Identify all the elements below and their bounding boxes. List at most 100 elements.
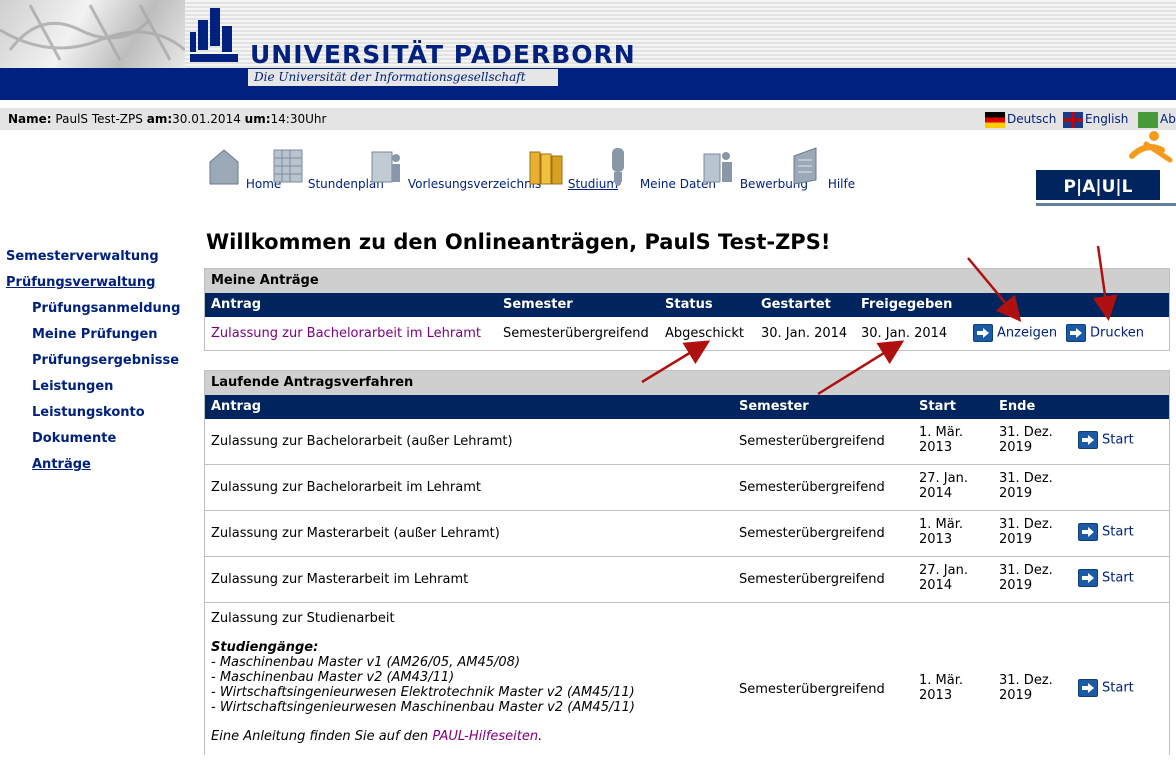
end-date-line: 31. Dez. bbox=[999, 425, 1053, 440]
help-icon bbox=[793, 147, 817, 185]
drucken-label: Drucken bbox=[1090, 325, 1145, 341]
laufende-antraege-title: Laufende Antragsverfahren bbox=[205, 371, 1169, 395]
antrag-link[interactable]: Zulassung zur Bachelorarbeit im Lehramt bbox=[211, 326, 481, 341]
paul-logo: P|A|U|L bbox=[1036, 131, 1176, 206]
col-freigegeben: Freigegeben bbox=[861, 297, 953, 312]
banner-decor-image bbox=[0, 0, 185, 68]
start-button-label: Start bbox=[1102, 570, 1134, 586]
start-date-line: 27. Jan. bbox=[919, 563, 968, 578]
uk-flag-icon bbox=[1063, 111, 1083, 128]
end-cell: 31. Dez. 2019 bbox=[999, 673, 1053, 703]
arrow-right-icon bbox=[1078, 679, 1098, 697]
studiengang-item: - Wirtschaftsingenieurwesen Maschinenbau… bbox=[211, 700, 635, 715]
left-navigation: Semesterverwaltung Prüfungsverwaltung Pr… bbox=[6, 248, 196, 482]
studiengang-item: - Maschinenbau Master v2 (AM43/11) bbox=[211, 670, 455, 685]
semester-cell: Semesterübergreifend bbox=[739, 682, 885, 697]
start-year-line: 2013 bbox=[919, 688, 953, 703]
nav-vorlesungsverzeichnis[interactable]: Vorlesungsverzeichnis bbox=[368, 146, 541, 191]
logout-icon bbox=[1138, 111, 1158, 128]
nav-vorlesungsverzeichnis-label: Vorlesungsverzeichnis bbox=[407, 177, 542, 191]
start-cell: 27. Jan. 2014 bbox=[919, 471, 968, 501]
logout-link[interactable]: Ab bbox=[1138, 108, 1176, 130]
status-cell: Abgeschickt bbox=[665, 326, 744, 341]
header-banner: UNIVERSITÄT PADERBORN Die Universität de… bbox=[0, 0, 1176, 100]
anzeigen-label: Anzeigen bbox=[997, 325, 1058, 341]
home-icon bbox=[209, 149, 239, 185]
nav-meine-pruefungen[interactable]: Meine Prüfungen bbox=[6, 326, 196, 352]
person-icon bbox=[612, 148, 624, 186]
nav-pruefungsverwaltung[interactable]: Prüfungsverwaltung bbox=[6, 274, 196, 300]
nav-dokumente[interactable]: Dokumente bbox=[6, 430, 196, 456]
name-label: Name: bbox=[8, 112, 52, 126]
page-title: Willkommen zu den Onlineanträgen, PaulS … bbox=[206, 230, 831, 254]
lang-english-link[interactable]: English bbox=[1063, 108, 1128, 130]
start-button[interactable]: Start bbox=[1078, 431, 1134, 449]
end-date-line: 31. Dez. bbox=[999, 471, 1053, 486]
antrag-cell: Zulassung zur Masterarbeit im Lehramt bbox=[211, 572, 469, 587]
end-cell: 31. Dez. 2019 bbox=[999, 471, 1053, 501]
meine-antraege-header: Antrag Semester Status Gestartet Freigeg… bbox=[205, 293, 1169, 317]
col-gestartet: Gestartet bbox=[761, 297, 831, 312]
semester-cell: Semesterübergreifend bbox=[739, 434, 885, 449]
start-date-line: 1. Mär. bbox=[919, 517, 964, 532]
start-year-line: 2014 bbox=[919, 486, 953, 501]
university-name: UNIVERSITÄT PADERBORN bbox=[250, 40, 636, 69]
arrow-right-icon bbox=[973, 324, 993, 342]
antrag-cell: Zulassung zur Bachelorarbeit im Lehramt bbox=[211, 480, 481, 495]
lang-deutsch-link[interactable]: Deutsch bbox=[985, 108, 1056, 130]
start-button[interactable]: Start bbox=[1078, 569, 1134, 587]
anleitung-text: Eine Anleitung finden Sie auf den PAUL-H… bbox=[211, 729, 635, 744]
anleitung-prefix: Eine Anleitung finden Sie auf den bbox=[211, 729, 433, 744]
university-logo-icon[interactable] bbox=[190, 6, 238, 64]
table-row: Zulassung zur Masterarbeit im Lehramt Se… bbox=[205, 557, 1169, 603]
lang-english-label: English bbox=[1085, 112, 1129, 126]
end-year-line: 2019 bbox=[999, 486, 1033, 501]
start-date-line: 1. Mär. bbox=[919, 673, 964, 688]
nav-pruefungsergebnisse[interactable]: Prüfungsergebnisse bbox=[6, 352, 196, 378]
nav-meine-daten[interactable]: Meine Daten bbox=[600, 146, 716, 191]
arrow-right-icon bbox=[1078, 569, 1098, 587]
session-info: Name: PaulS Test-ZPS am:30.01.2014 um:14… bbox=[8, 108, 326, 130]
end-cell: 31. Dez. 2019 bbox=[999, 517, 1053, 547]
nav-leistungskonto[interactable]: Leistungskonto bbox=[6, 404, 196, 430]
studiengang-item: - Wirtschaftsingenieurwesen Elektrotechn… bbox=[211, 685, 635, 700]
folders-icon bbox=[529, 151, 563, 185]
antrag-cell: Zulassung zur Studienarbeit bbox=[211, 611, 395, 626]
nav-antraege[interactable]: Anträge bbox=[6, 456, 196, 482]
german-flag-icon bbox=[985, 111, 1005, 128]
start-date-line: 1. Mär. bbox=[919, 425, 964, 440]
end-date-line: 31. Dez. bbox=[999, 673, 1053, 688]
col-start: Start bbox=[919, 399, 956, 414]
studiengang-item: - Maschinenbau Master v1 (AM26/05, AM45/… bbox=[211, 655, 521, 670]
date-label: am: bbox=[146, 112, 173, 126]
nav-semesterverwaltung[interactable]: Semesterverwaltung bbox=[6, 248, 196, 274]
nav-stundenplan[interactable]: Stundenplan bbox=[268, 146, 384, 191]
end-date-line: 31. Dez. bbox=[999, 517, 1053, 532]
start-cell: 1. Mär. 2013 bbox=[919, 517, 963, 547]
meine-antraege-title: Meine Anträge bbox=[205, 269, 1169, 293]
table-row: Zulassung zur Masterarbeit (außer Lehram… bbox=[205, 511, 1169, 557]
end-year-line: 2019 bbox=[999, 688, 1033, 703]
laufende-antraege-section: Laufende Antragsverfahren Antrag Semeste… bbox=[204, 370, 1170, 755]
start-button[interactable]: Start bbox=[1078, 679, 1134, 697]
semester-cell: Semesterübergreifend bbox=[739, 526, 885, 541]
anzeigen-button[interactable]: Anzeigen bbox=[973, 324, 1057, 342]
paul-hilfeseiten-link[interactable]: PAUL-Hilfeseiten bbox=[432, 729, 538, 744]
application-icon bbox=[703, 152, 732, 183]
studiengaenge-label: Studiengänge: bbox=[211, 640, 319, 655]
nav-pruefungsanmeldung[interactable]: Prüfungsanmeldung bbox=[6, 300, 196, 326]
lecture-catalog-icon bbox=[371, 151, 400, 183]
arrow-right-icon bbox=[1066, 324, 1086, 342]
start-date-line: 27. Jan. bbox=[919, 471, 968, 486]
start-cell: 1. Mär. 2013 bbox=[919, 673, 963, 703]
start-button[interactable]: Start bbox=[1078, 523, 1134, 541]
table-row: Zulassung zur Bachelorarbeit im Lehramt … bbox=[205, 465, 1169, 511]
drucken-button[interactable]: Drucken bbox=[1066, 324, 1144, 342]
nav-hilfe[interactable]: Hilfe bbox=[788, 146, 855, 191]
arrow-right-icon bbox=[1078, 523, 1098, 541]
university-subtitle: Die Universität der Informationsgesellsc… bbox=[248, 69, 558, 86]
gestartet-cell: 30. Jan. 2014 bbox=[761, 326, 848, 341]
meine-antraege-section: Meine Anträge Antrag Semester Status Ges… bbox=[204, 268, 1170, 351]
nav-leistungen[interactable]: Leistungen bbox=[6, 378, 196, 404]
nav-hilfe-label: Hilfe bbox=[827, 177, 856, 191]
